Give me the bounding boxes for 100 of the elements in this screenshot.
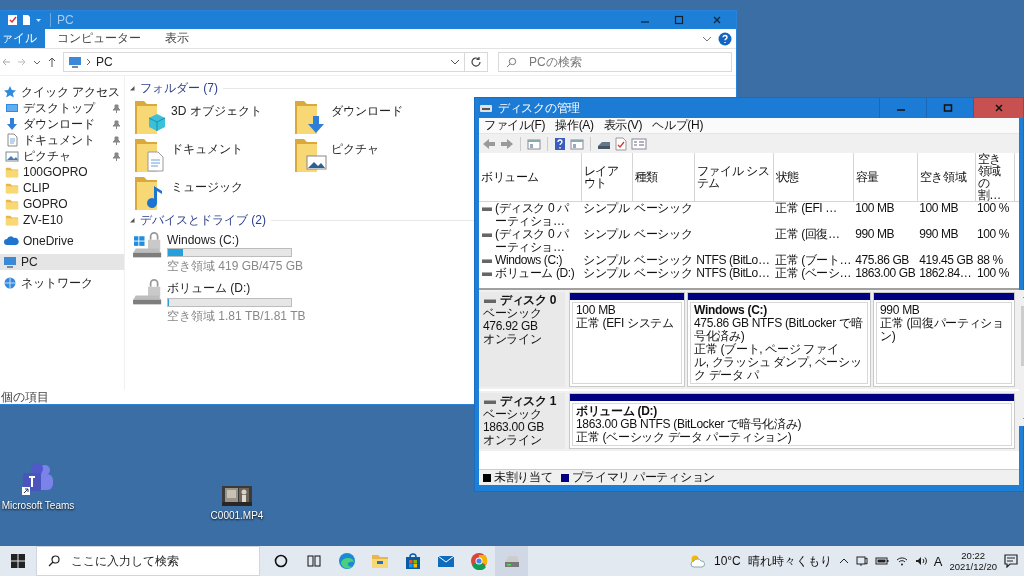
close-button[interactable] xyxy=(973,98,1023,118)
folder-item[interactable]: ピクチャ xyxy=(293,136,453,174)
ribbon-tab[interactable]: ァイル xyxy=(0,29,45,48)
folder-icon xyxy=(133,98,167,136)
folder-item[interactable]: ミュージック xyxy=(133,174,293,212)
clock-time[interactable]: 20:22 xyxy=(961,550,986,561)
input-mode-indicator[interactable]: A xyxy=(933,553,943,569)
address-bar[interactable]: PC xyxy=(63,52,465,72)
sidebar-item[interactable]: ドキュメント xyxy=(0,132,124,148)
partition-detail: 475.86 GB NTFS (BitLocker で暗号化済み) xyxy=(694,317,864,343)
menu-item[interactable]: 操作(A) xyxy=(550,117,599,134)
folder-icon xyxy=(133,136,167,174)
computer-icon xyxy=(3,255,17,269)
folder-item[interactable]: ドキュメント xyxy=(133,136,293,174)
search-field[interactable]: PCの検索 xyxy=(498,52,732,72)
column-header[interactable]: レイアウト xyxy=(581,153,633,202)
battery-icon[interactable] xyxy=(874,556,889,566)
free-space-text: 空き領域 419 GB/475 GB xyxy=(167,258,304,275)
weather-text: 晴れ時々くもり xyxy=(747,552,832,570)
desktop-icon-label[interactable]: C0001.MP4 xyxy=(210,510,264,521)
column-header[interactable]: ボリューム xyxy=(479,153,581,202)
taskbar-button[interactable] xyxy=(495,546,528,576)
disk-type: ベーシック xyxy=(483,307,543,320)
column-header[interactable]: 種類 xyxy=(632,153,695,202)
column-header[interactable]: 容量 xyxy=(853,153,918,202)
folder-icon xyxy=(5,181,19,195)
download-icon xyxy=(5,117,19,131)
pin-icon xyxy=(112,119,120,129)
column-header[interactable]: 状態 xyxy=(773,153,854,202)
notification-icon[interactable] xyxy=(1004,554,1018,568)
sidebar-item[interactable]: PC xyxy=(0,254,124,270)
browser-icon xyxy=(337,552,356,570)
camera-icon[interactable] xyxy=(855,555,868,567)
menu-item[interactable]: ファイル(F) xyxy=(479,117,551,134)
checklist-icon[interactable] xyxy=(615,136,627,151)
checkmark-icon xyxy=(7,14,18,26)
sidebar-item[interactable]: ピクチャ xyxy=(0,148,124,164)
partition-status: 正常 (ブート, ページ ファイル, クラッシュ ダンプ, ベーシック データ パ xyxy=(694,343,863,382)
sidebar-item[interactable]: ダウンロード xyxy=(0,116,124,132)
partition-block[interactable]: Windows (C:) 475.86 GB NTFS (BitLocker で暗号化済み) 正常 (ブート, ページ ファイル, クラッシュ ダンプ, ベーシック データ パ xyxy=(687,292,871,387)
sidebar-item[interactable]: ZV-E10 xyxy=(0,212,124,228)
menu-item[interactable]: ヘルプ(H) xyxy=(647,117,709,134)
browser-icon xyxy=(469,552,488,570)
column-header[interactable]: 空き領域 xyxy=(917,153,976,202)
drive-name: ボリューム (D:) xyxy=(167,280,252,297)
shopping-bag-icon xyxy=(403,552,422,570)
sidebar-item[interactable]: OneDrive xyxy=(0,233,124,249)
panel-icon[interactable] xyxy=(570,137,584,150)
desktop-icon-label[interactable]: Microsoft Teams xyxy=(1,500,75,511)
table-cell: Windows (C:) xyxy=(495,254,563,267)
forward-arrow-icon[interactable] xyxy=(500,137,514,150)
sidebar-item[interactable]: CLIP xyxy=(0,180,124,196)
table-cell-text: 1862.84… xyxy=(918,267,973,280)
refresh-button[interactable] xyxy=(464,52,488,72)
sidebar-item[interactable]: クイック アクセス xyxy=(0,84,124,100)
disk-size: 476.92 GB xyxy=(483,320,539,333)
chevron-down-icon[interactable] xyxy=(450,57,460,67)
chevron-up-icon[interactable] xyxy=(838,556,849,566)
triangle-icon[interactable] xyxy=(129,217,135,223)
star-icon xyxy=(3,85,17,99)
partition-detail: 990 MB xyxy=(880,304,921,317)
up-arrow-icon[interactable] xyxy=(47,56,57,68)
sidebar-item[interactable]: GOPRO xyxy=(0,196,124,212)
sidebar-item[interactable]: ネットワーク xyxy=(0,275,124,291)
task-view-icon[interactable] xyxy=(306,554,321,568)
section-heading: デバイスとドライブ (2) xyxy=(140,211,266,229)
table-cell: 正常 (回復… xyxy=(773,228,854,254)
partition-status: 正常 (回復パーティション) xyxy=(880,317,1005,343)
back-arrow-icon[interactable] xyxy=(482,137,496,150)
pin-icon xyxy=(112,135,120,145)
search-field[interactable]: ここに入力して検索 xyxy=(36,546,260,576)
wifi-icon[interactable] xyxy=(895,556,908,566)
circle-icon[interactable] xyxy=(273,554,288,568)
drive-item[interactable]: Windows (C:) 空き領域 419 GB/475 GB xyxy=(133,231,304,275)
window-title: ディスクの管理 xyxy=(498,99,580,117)
column-header[interactable]: 空き領域の割… xyxy=(975,153,1015,202)
chevron-right-icon xyxy=(86,57,92,67)
partition-block[interactable]: 990 MB 正常 (回復パーティション) xyxy=(873,292,1015,387)
help-icon[interactable] xyxy=(554,136,566,151)
table-cell-text: 正常 (ブート… xyxy=(774,254,853,267)
triangle-icon[interactable] xyxy=(129,85,135,91)
close-icon xyxy=(712,15,722,25)
drive-item[interactable]: ボリューム (D:) 空き領域 1.81 TB/1.81 TB xyxy=(133,278,306,325)
column-header[interactable]: ファイル システム xyxy=(694,153,774,202)
menu-item[interactable]: 表示(V) xyxy=(598,117,648,134)
clock-date[interactable]: 2021/12/20 xyxy=(949,561,997,572)
folder-item[interactable]: 3D オブジェクト xyxy=(133,98,293,136)
back-arrow-icon[interactable] xyxy=(1,57,11,67)
folder-item[interactable]: ダウンロード xyxy=(293,98,453,136)
sidebar-item[interactable]: デスクトップ xyxy=(0,100,124,116)
folder-icon xyxy=(5,197,19,211)
volume-icon[interactable] xyxy=(914,556,927,566)
panel-icon[interactable] xyxy=(527,137,541,150)
table-cell: 100 MB xyxy=(917,201,976,228)
partition-block[interactable]: 100 MB 正常 (EFI システム xyxy=(569,292,685,387)
sidebar-item[interactable]: 100GOPRO xyxy=(0,164,124,180)
breadcrumb-item[interactable]: PC xyxy=(96,55,113,69)
partition-block[interactable]: ボリューム (D:) 1863.00 GB NTFS (BitLocker で暗号化済み) 正常 (ベーシック データ パーティション) xyxy=(569,393,1015,449)
table-cell-text: シンプル xyxy=(582,267,631,280)
help-icon[interactable] xyxy=(718,31,732,46)
